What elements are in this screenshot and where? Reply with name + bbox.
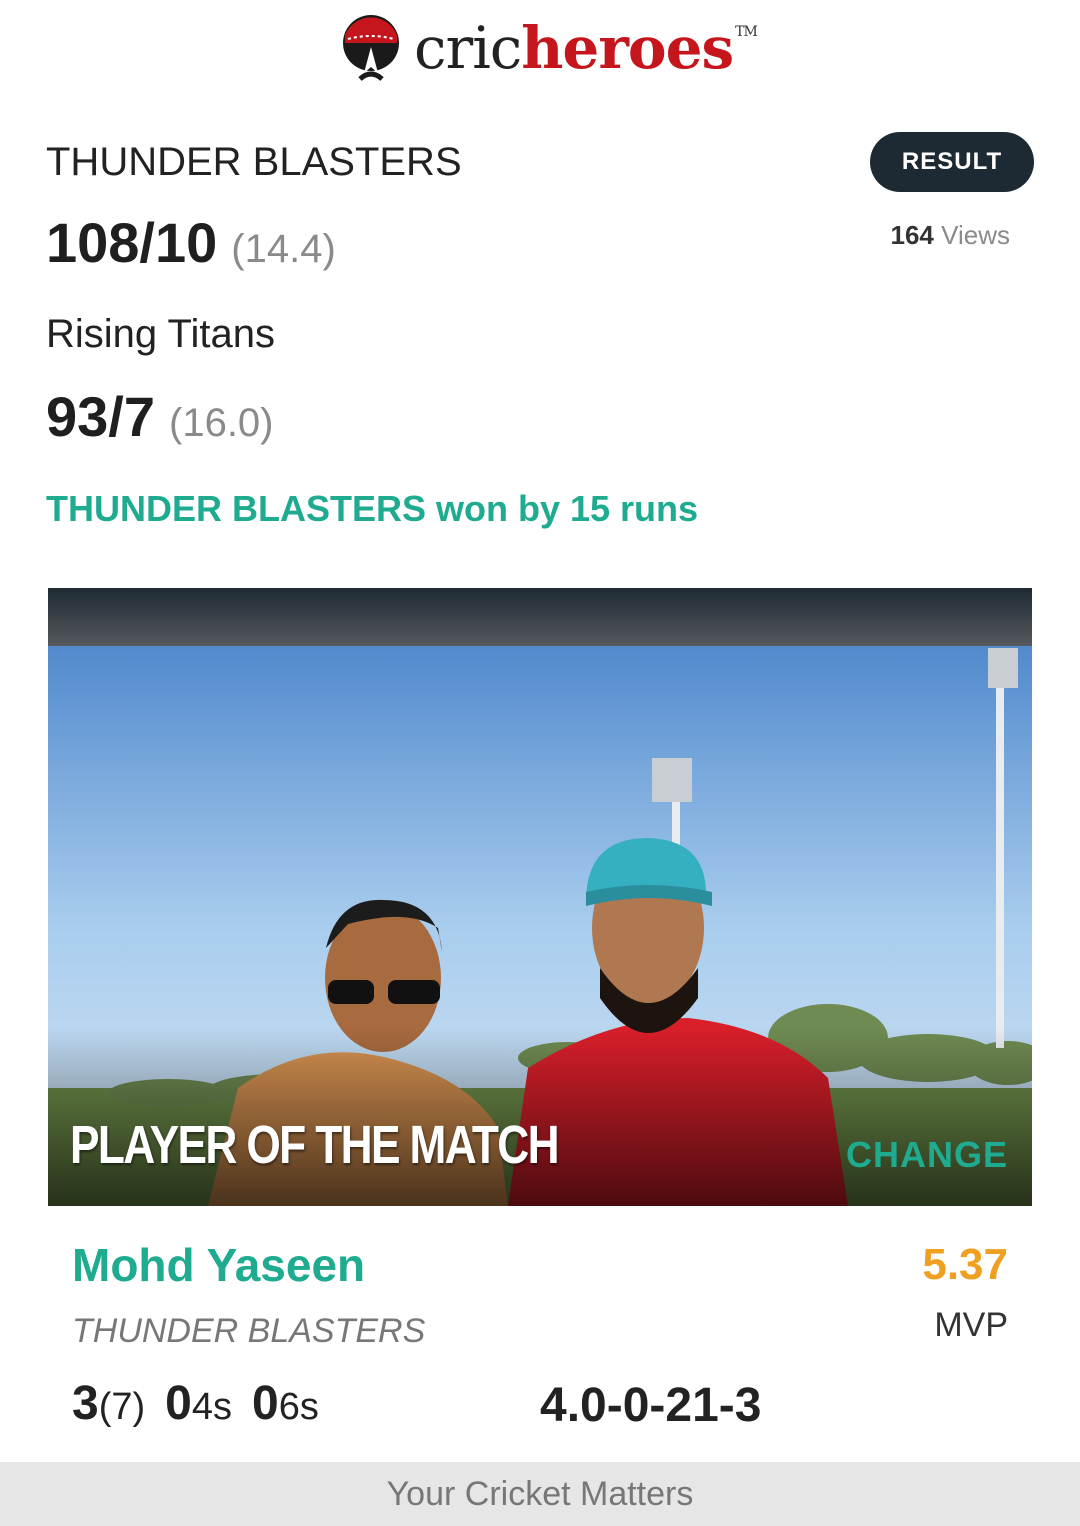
player-team: THUNDER BLASTERS <box>72 1312 426 1350</box>
player-name[interactable]: Mohd Yaseen <box>72 1238 365 1292</box>
views-counter: 164 Views <box>890 220 1010 251</box>
team1-score-line: 108/10 (14.4) <box>46 210 336 275</box>
team2-name: Rising Titans <box>46 312 275 356</box>
fours-value: 0 <box>165 1377 192 1430</box>
result-button[interactable]: RESULT <box>870 132 1034 192</box>
cricheroes-logo: cricheroes TM <box>340 8 758 88</box>
team1-name: THUNDER BLASTERS <box>46 140 462 184</box>
match-summary-page: cricheroes TM THUNDER BLASTERS 108/10 (14.… <box>0 0 1080 1526</box>
team2-score: 93/7 <box>46 385 155 448</box>
views-count: 164 <box>890 220 934 250</box>
team1-score: 108/10 <box>46 211 218 274</box>
sixes-label: 6s <box>278 1386 319 1428</box>
balls-value: (7) <box>98 1386 146 1428</box>
team2-score-line: 93/7 (16.0) <box>46 384 274 449</box>
change-button[interactable]: CHANGE <box>846 1134 1008 1176</box>
batting-stats: 3(7) 04s 06s <box>72 1376 319 1431</box>
fours-label: 4s <box>191 1386 232 1428</box>
mvp-label: MVP <box>934 1306 1008 1344</box>
match-result-text: THUNDER BLASTERS won by 15 runs <box>46 488 699 529</box>
sixes-value: 0 <box>252 1377 279 1430</box>
bowling-figures: 4.0-0-21-3 <box>540 1379 762 1432</box>
cricket-ball-logo-icon <box>343 15 399 81</box>
mvp-value: 5.37 <box>922 1240 1008 1289</box>
team1-overs: (14.4) <box>231 227 336 271</box>
player-of-the-match-label: PLAYER OF THE MATCH <box>70 1115 560 1175</box>
player-photo: PLAYER OF THE MATCH CHANGE <box>48 588 1032 1206</box>
views-label: Views <box>941 220 1010 250</box>
runs-value: 3 <box>72 1377 99 1430</box>
brand-wordmark: cricheroes TM <box>414 14 758 82</box>
footer-tagline: Your Cricket Matters <box>0 1462 1080 1526</box>
team2-overs: (16.0) <box>169 401 274 445</box>
